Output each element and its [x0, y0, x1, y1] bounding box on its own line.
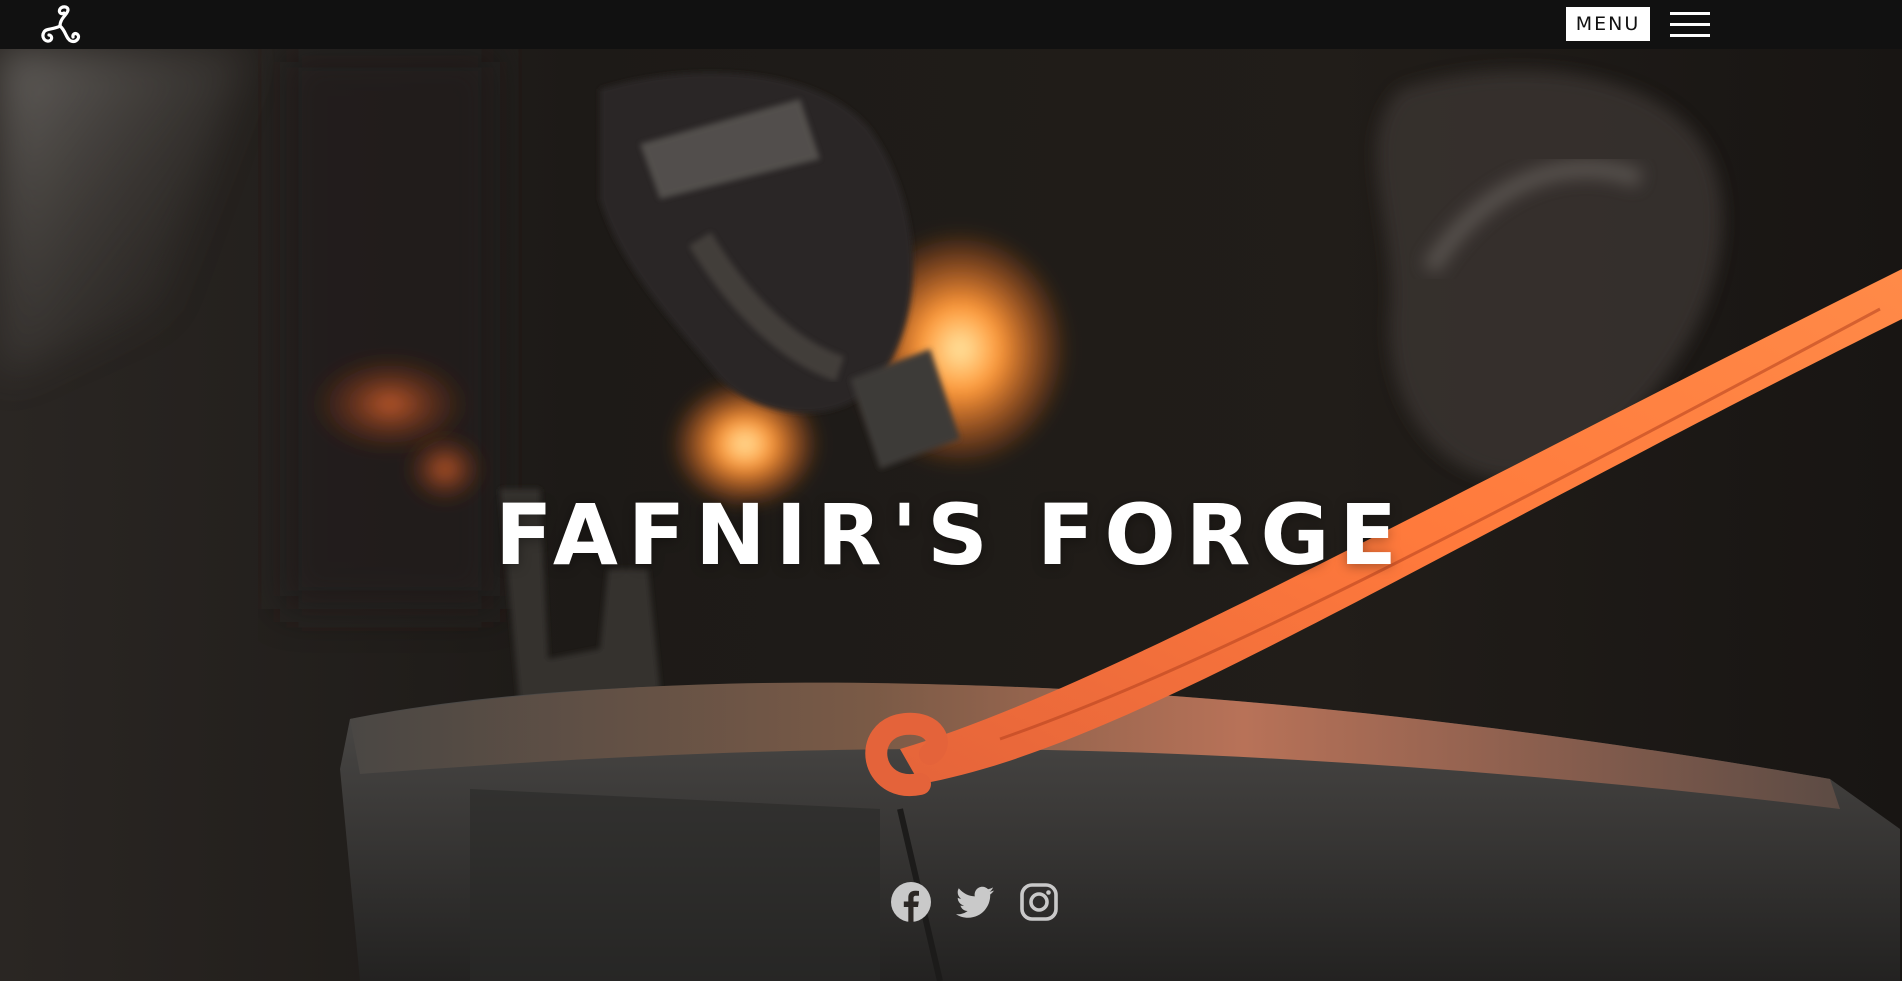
hero-title: FAFNIR'S FORGE: [495, 486, 1407, 584]
facebook-icon[interactable]: [890, 881, 932, 923]
instagram-icon[interactable]: [1018, 881, 1060, 923]
menu-button[interactable]: MENU: [1566, 7, 1650, 41]
top-navigation-bar: MENU: [0, 0, 1902, 49]
hamburger-menu-icon[interactable]: [1670, 10, 1710, 38]
social-links: [890, 880, 1060, 924]
triskelion-logo-icon[interactable]: [38, 4, 82, 48]
twitter-icon[interactable]: [954, 881, 996, 923]
hero-section: FAFNIR'S FORGE: [0, 49, 1902, 981]
